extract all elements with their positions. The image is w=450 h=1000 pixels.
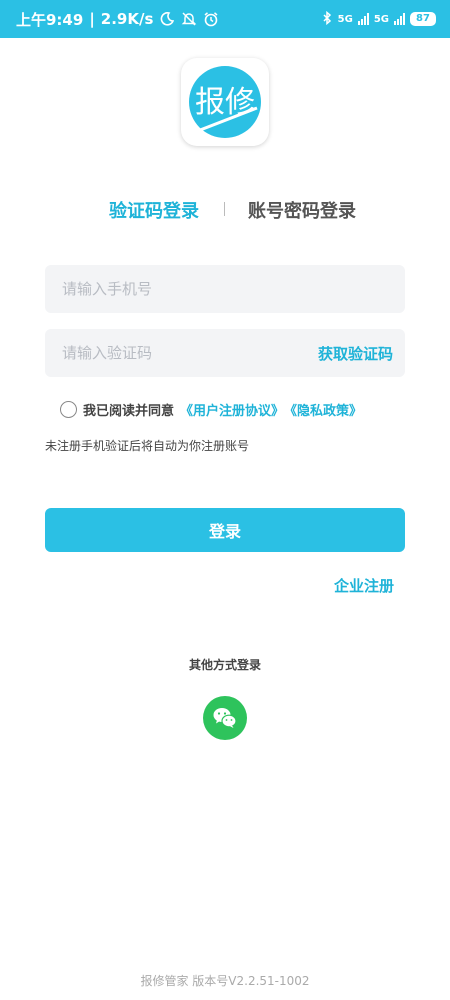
wechat-icon: [213, 708, 237, 728]
moon-icon: [159, 11, 175, 27]
status-bar: 上午9:49 | 2.9K/s 5G 5G 87: [0, 0, 450, 38]
code-field: 获取验证码: [45, 329, 405, 377]
status-speed: 2.9K/s: [100, 10, 154, 28]
logo-text: 报修: [195, 85, 255, 120]
get-code-button[interactable]: 获取验证码: [318, 343, 393, 364]
agreement-checkbox[interactable]: [60, 401, 77, 418]
network-type-2: 5G: [373, 13, 389, 25]
agreement-row: 我已阅读并同意 《用户注册协议》 《隐私政策》: [60, 400, 362, 419]
tab-password-login[interactable]: 账号密码登录: [248, 197, 356, 223]
alarm-icon: [203, 11, 219, 27]
version-footer: 报修管家 版本号V2.2.51-1002: [140, 974, 310, 988]
privacy-policy-link[interactable]: 《隐私政策》: [284, 400, 362, 419]
login-button[interactable]: 登录: [45, 508, 405, 552]
register-hint: 未注册手机验证后将自动为你注册账号: [45, 439, 250, 453]
network-type-1: 5G: [337, 13, 353, 25]
status-separator: |: [89, 10, 95, 28]
bluetooth-icon: [321, 10, 333, 28]
agreement-text: 我已阅读并同意: [83, 404, 175, 419]
status-left: 上午9:49 | 2.9K/s: [16, 9, 219, 30]
signal-2-icon: [394, 13, 405, 25]
phone-field: [45, 265, 405, 313]
other-login-title: 其他方式登录: [188, 658, 261, 672]
app-logo: 报修: [181, 58, 269, 146]
phone-input[interactable]: [45, 265, 305, 313]
code-input[interactable]: [45, 329, 305, 377]
enterprise-register-link[interactable]: 企业注册: [334, 575, 394, 596]
battery-icon: 87: [410, 12, 436, 26]
signal-1-icon: [357, 13, 369, 25]
user-agreement-link[interactable]: 《用户注册协议》: [180, 400, 284, 419]
status-time: 上午9:49: [16, 10, 84, 29]
status-right: 5G 5G 87: [321, 10, 436, 28]
wechat-login-button[interactable]: [203, 696, 247, 740]
tab-divider: [224, 202, 225, 216]
tab-sms-login[interactable]: 验证码登录: [109, 197, 199, 223]
mute-icon: [181, 11, 197, 27]
